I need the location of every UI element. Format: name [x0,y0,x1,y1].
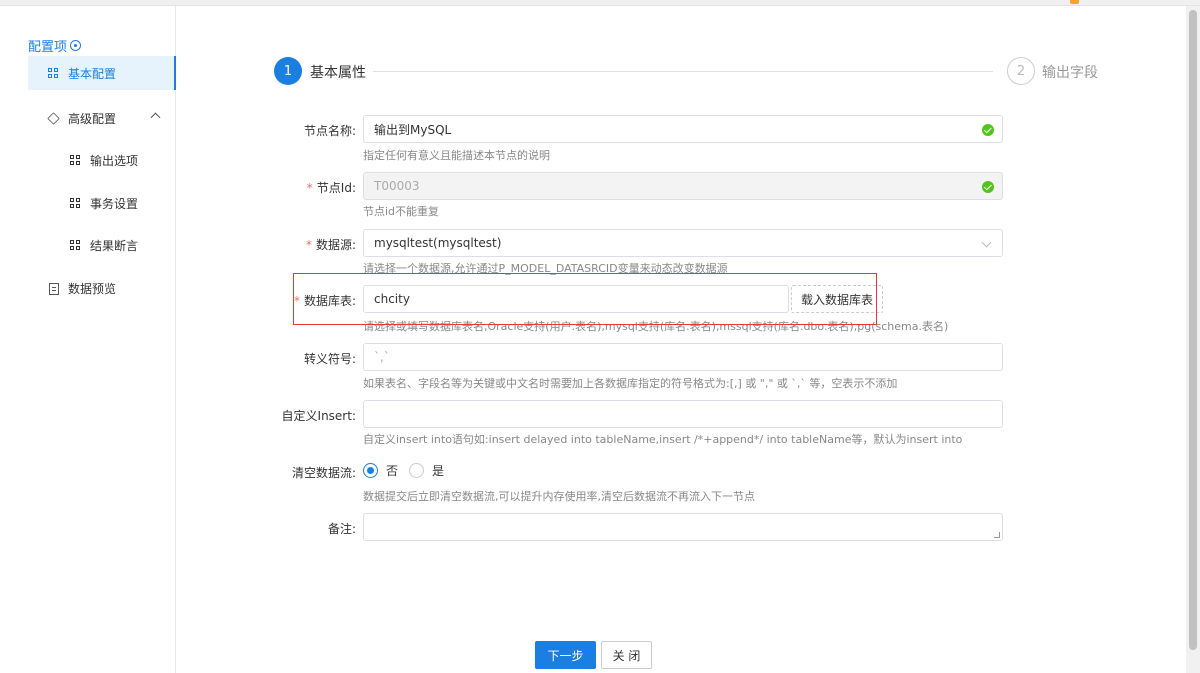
radio-dot [409,463,424,478]
node-id-input: T00003 [363,172,1003,200]
highlight-box [293,273,877,325]
sidebar-item-label: 结果断言 [90,239,139,253]
node-id-value: T00003 [374,179,420,193]
sidebar-item-label: 数据预览 [68,282,117,296]
close-button[interactable]: 关 闭 [601,641,652,669]
step-1-label: 基本属性 [310,65,366,81]
escape-input[interactable]: `,` [363,343,1003,371]
escape-hint: 如果表名、字段名等为关键或中文名时需要加上各数据库指定的符号格式为:[,] 或 … [363,377,898,390]
sidebar-title-label: 配置项 [28,40,68,55]
cube-icon [47,112,60,125]
target-icon [70,40,82,51]
datasource-label: * 数据源: [305,238,356,252]
radio-label: 否 [386,464,399,478]
sidebar-item-advanced-config[interactable]: 高级配置 [47,110,161,127]
step-2-indicator: 2 [1007,57,1035,85]
sidebar-item-label: 事务设置 [90,197,139,211]
clear-stream-label: 清空数据流: [291,466,356,480]
step-connector [373,71,993,72]
radio-label: 是 [432,464,445,478]
valid-check-icon [982,181,994,193]
remark-textarea[interactable] [363,513,1003,541]
escape-placeholder: `,` [374,350,390,364]
custom-insert-hint: 自定义insert into语句如:insert delayed into ta… [363,433,963,446]
grid-icon [70,240,81,251]
sidebar-item-label: 输出选项 [90,154,139,168]
clear-stream-radio-yes[interactable]: 是 [409,462,444,479]
resize-handle-icon[interactable] [994,532,1000,538]
valid-check-icon [982,124,994,136]
sidebar-item-basic-config[interactable]: 基本配置 [28,56,176,90]
sidebar-title: 配置项 [28,36,82,55]
step-2-label: 输出字段 [1042,65,1098,81]
clear-stream-radio-no[interactable]: 否 [363,462,398,479]
chevron-down-icon [981,237,992,248]
node-name-value: 输出到MySQL [374,122,452,137]
grid-icon [70,155,81,166]
sidebar-item-transaction-settings[interactable]: 事务设置 [70,195,138,212]
sidebar-item-data-preview[interactable]: 数据预览 [49,280,116,297]
step-1-indicator: 1 [274,57,302,85]
scrollbar-thumb[interactable] [1189,10,1197,650]
sidebar-item-label: 高级配置 [68,112,117,126]
radio-dot [363,463,378,478]
chevron-up-icon[interactable] [150,112,161,123]
escape-label: 转义符号: [303,352,356,366]
node-id-hint: 节点id不能重复 [363,205,440,218]
node-name-label: 节点名称: [303,124,356,138]
datasource-value: mysqltest(mysqltest) [374,236,502,250]
custom-insert-input[interactable] [363,400,1003,428]
node-id-label: * 节点Id: [306,181,356,195]
sidebar-item-output-options[interactable]: 输出选项 [70,152,138,169]
node-name-hint: 指定任何有意义且能描述本节点的说明 [363,149,550,162]
next-step-button[interactable]: 下一步 [535,641,596,669]
preview-doc-icon [49,282,59,295]
clear-stream-hint: 数据提交后立即清空数据流,可以提升内存使用率,清空后数据流不再流入下一节点 [363,490,755,503]
grid-icon [70,198,81,209]
custom-insert-label: 自定义Insert: [281,409,356,423]
remark-label: 备注: [327,522,356,536]
node-name-input[interactable]: 输出到MySQL [363,115,1003,143]
sidebar: 配置项 基本配置 高级配置 输出选项 事务设置 结果断言 数据预览 [0,6,176,673]
datasource-select[interactable]: mysqltest(mysqltest) [363,229,1003,257]
sidebar-item-result-assertion[interactable]: 结果断言 [70,237,138,254]
sidebar-item-label: 基本配置 [68,66,117,81]
page-scrollbar[interactable] [1186,6,1200,673]
grid-icon [48,67,59,79]
browser-top-bar [0,0,1200,6]
notification-chip [1070,0,1079,4]
